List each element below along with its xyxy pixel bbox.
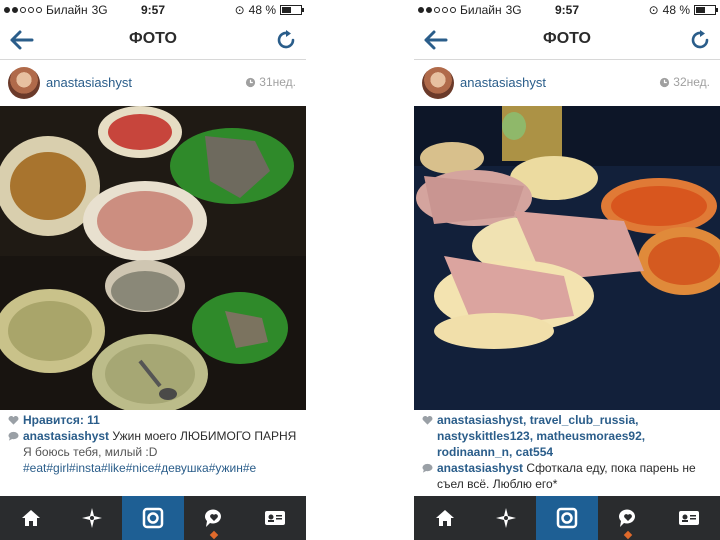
- rotation-lock-icon: ⊙: [234, 3, 245, 17]
- caption-username[interactable]: anastasiashyst: [23, 429, 109, 443]
- avatar[interactable]: [422, 67, 454, 99]
- caption-line-2-text: Я боюсь тебя, милый :D: [23, 445, 158, 459]
- tab-activity[interactable]: [184, 496, 245, 540]
- battery-info: ⊙ 48 %: [648, 3, 718, 17]
- heart-icon: [422, 415, 433, 425]
- post-photo[interactable]: [414, 106, 720, 410]
- hashtags[interactable]: #eat#girl#insta#like#nice#девушка#ужин#е: [8, 460, 302, 476]
- status-bar: Билайн 3G 9:57 ⊙ 48 %: [0, 0, 306, 20]
- tab-bar: [0, 496, 306, 540]
- clock-icon: [660, 77, 670, 87]
- notification-dot: [209, 530, 219, 540]
- tab-bar: [414, 496, 720, 540]
- post-time: 32нед.: [659, 75, 710, 89]
- battery-percent: 48 %: [248, 3, 276, 17]
- tab-activity[interactable]: [598, 496, 659, 540]
- page-title: ФОТО: [543, 30, 591, 47]
- camera-icon: [556, 507, 578, 529]
- rotation-lock-icon: ⊙: [648, 3, 659, 17]
- battery-icon: [694, 5, 718, 15]
- tab-home[interactable]: [414, 496, 475, 540]
- tab-home[interactable]: [0, 496, 61, 540]
- tab-explore[interactable]: [475, 496, 536, 540]
- battery-percent: 48 %: [662, 3, 690, 17]
- post-header: anastasiashyst 31нед.: [0, 61, 306, 105]
- tab-profile[interactable]: [659, 496, 720, 540]
- clock-icon: [246, 77, 256, 87]
- home-icon: [21, 510, 40, 526]
- comment-icon: [422, 463, 433, 473]
- likes-row: Нравится: 11: [8, 412, 302, 428]
- comment-icon: [8, 431, 19, 441]
- nav-bar: ФОТО: [414, 20, 720, 60]
- tab-explore[interactable]: [61, 496, 122, 540]
- likes-row: anastasiashyst, travel_club_russia, nast…: [422, 412, 716, 460]
- likes-users[interactable]: anastasiashyst, travel_club_russia, nast…: [437, 413, 645, 459]
- phone-screen-left: Билайн 3G 9:57 ⊙ 48 % ФОТО anastasiashys…: [0, 0, 306, 540]
- notification-dot: [623, 530, 633, 540]
- tab-profile[interactable]: [245, 496, 306, 540]
- explore-icon: [495, 508, 516, 528]
- caption-line-2: Я боюсь тебя, милый :D: [8, 444, 302, 460]
- phone-screen-right: Билайн 3G 9:57 ⊙ 48 % ФОТО anastasiashys…: [414, 0, 720, 540]
- post-time: 31нед.: [245, 75, 296, 89]
- profile-icon: [679, 511, 700, 525]
- tab-camera[interactable]: [122, 496, 184, 540]
- caption-row: anastasiashyst Ужин моего ЛЮБИМОГО ПАРНЯ: [8, 428, 302, 444]
- tab-camera[interactable]: [536, 496, 598, 540]
- battery-icon: [280, 5, 304, 15]
- battery-info: ⊙ 48 %: [234, 3, 304, 17]
- post-meta: Нравится: 11 anastasiashyst Ужин моего Л…: [8, 412, 302, 476]
- page-title: ФОТО: [129, 30, 177, 47]
- post-meta: anastasiashyst, travel_club_russia, nast…: [422, 412, 716, 492]
- post-time-label: 32нед.: [673, 75, 710, 89]
- explore-icon: [81, 508, 102, 528]
- refresh-icon[interactable]: [688, 28, 712, 52]
- refresh-icon[interactable]: [274, 28, 298, 52]
- camera-icon: [142, 507, 164, 529]
- avatar[interactable]: [8, 67, 40, 99]
- post-header: anastasiashyst 32нед.: [414, 61, 720, 105]
- caption-row: anastasiashyst Сфоткала еду, пока парень…: [422, 460, 716, 492]
- activity-icon: [619, 509, 636, 527]
- status-bar: Билайн 3G 9:57 ⊙ 48 %: [414, 0, 720, 20]
- nav-bar: ФОТО: [0, 20, 306, 60]
- post-photo[interactable]: [0, 106, 306, 410]
- post-time-label: 31нед.: [259, 75, 296, 89]
- heart-icon: [8, 415, 19, 425]
- post-username[interactable]: anastasiashyst: [46, 75, 132, 90]
- likes-count[interactable]: Нравится: 11: [23, 413, 100, 427]
- post-username[interactable]: anastasiashyst: [460, 75, 546, 90]
- profile-icon: [265, 511, 286, 525]
- caption-text: Ужин моего ЛЮБИМОГО ПАРНЯ: [109, 429, 297, 443]
- home-icon: [435, 510, 454, 526]
- caption-username[interactable]: anastasiashyst: [437, 461, 523, 475]
- activity-icon: [205, 509, 222, 527]
